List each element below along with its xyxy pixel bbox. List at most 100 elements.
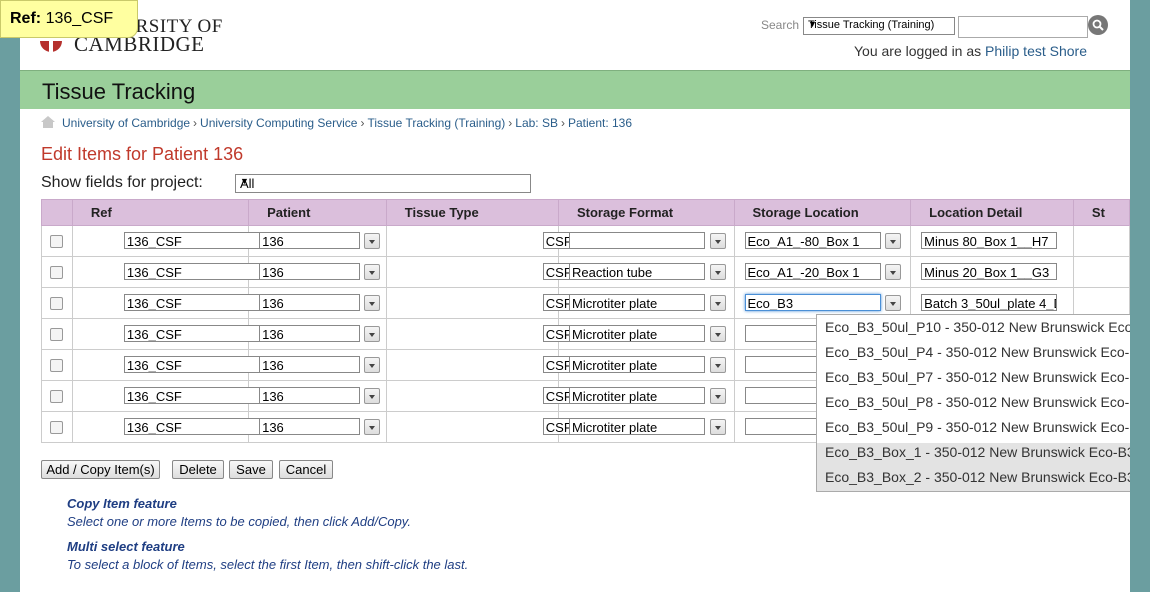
format-dropdown-button[interactable] [709, 233, 726, 249]
storage-location-input[interactable]: Eco_A1_-20_Box 1 [744, 263, 881, 280]
breadcrumb-item-tissue-tracking[interactable]: Tissue Tracking (Training) [367, 116, 505, 130]
storage-location-input[interactable]: Eco_B3 [744, 294, 881, 311]
header-storage-format[interactable]: Storage Format [557, 199, 735, 226]
table-cell: CSF [385, 411, 700, 443]
page: UNIVERSITY OF CAMBRIDGE Search Tissue Tr… [20, 0, 1130, 592]
location-dropdown-button[interactable] [884, 264, 901, 280]
delete-button[interactable]: Delete [172, 460, 224, 479]
patient-dropdown-button[interactable] [364, 264, 381, 280]
autocomplete-option[interactable]: Eco_B3_50ul_P10 - 350-012 New Brunswick … [825, 316, 1130, 338]
header-patient[interactable]: Patient [248, 199, 387, 226]
row-checkbox[interactable] [50, 389, 64, 403]
edit-heading: Edit Items for Patient 136 [41, 144, 244, 164]
table-row: 136_CSF 136 CSF Reaction tube Eco_A1_-20_Box… [41, 256, 1130, 288]
table-cell: 136 [248, 349, 387, 381]
storage-format-input[interactable]: Reaction tube [568, 263, 705, 280]
patient-dropdown-button[interactable] [364, 419, 381, 435]
header-tissue-type[interactable]: Tissue Type [385, 199, 559, 226]
patient-dropdown-button[interactable] [364, 388, 381, 404]
ref-tooltip: Ref: 136_CSF [0, 0, 138, 38]
header-st[interactable]: St [1072, 199, 1130, 226]
format-dropdown-button[interactable] [709, 419, 726, 435]
autocomplete-option[interactable]: Eco_B3_Box_1 - 350-012 New Brunswick Eco… [825, 441, 1130, 463]
copy-help-title: Copy Item feature [67, 496, 177, 511]
table-cell: Microtiter plate [557, 287, 735, 319]
format-dropdown-button[interactable] [709, 357, 726, 373]
format-dropdown-button[interactable] [709, 388, 726, 404]
row-checkbox[interactable] [50, 420, 64, 434]
autocomplete-option[interactable]: Eco_B3_50ul_P8 - 350-012 New Brunswick E… [825, 391, 1130, 413]
search-scope-select[interactable]: Tissue Tracking (Training) ▼ [803, 17, 955, 35]
location-detail-input[interactable]: Batch 3_50ul_plate 4_D [921, 294, 1058, 311]
breadcrumb-item-patient[interactable]: Patient: 136 [568, 116, 632, 130]
patient-input[interactable]: 136 [259, 263, 361, 280]
table-cell: 136 [248, 318, 387, 350]
row-checkbox[interactable] [50, 296, 64, 310]
table-cell: CSF [385, 349, 700, 381]
table-cell: CSF [385, 318, 700, 350]
add-copy-button[interactable]: Add / Copy Item(s) [41, 460, 160, 479]
save-button[interactable]: Save [229, 460, 273, 479]
patient-input[interactable]: 136 [259, 418, 361, 435]
autocomplete-option[interactable]: Eco_B3_Box_2 - 350-012 New Brunswick Eco… [825, 466, 1130, 488]
format-dropdown-button[interactable] [709, 264, 726, 280]
row-checkbox[interactable] [50, 265, 64, 279]
format-dropdown-button[interactable] [709, 295, 726, 311]
patient-input[interactable]: 136 [259, 325, 361, 342]
patient-dropdown-button[interactable] [364, 357, 381, 373]
search-input[interactable] [958, 16, 1088, 38]
header-storage-location[interactable]: Storage Location [733, 199, 912, 226]
format-dropdown-button[interactable] [709, 326, 726, 342]
location-dropdown-button[interactable] [884, 233, 901, 249]
header: UNIVERSITY OF CAMBRIDGE Search Tissue Tr… [20, 0, 1130, 70]
autocomplete-option[interactable]: Eco_B3_50ul_P9 - 350-012 New Brunswick E… [825, 416, 1130, 438]
table-cell [557, 225, 735, 257]
header-select [41, 199, 73, 226]
user-link[interactable]: Philip test Shore [985, 43, 1087, 59]
table-cell: Minus 20_Box 1__G3 [910, 256, 1074, 288]
storage-format-input[interactable]: Microtiter plate [568, 356, 705, 373]
storage-format-input[interactable]: Microtiter plate [568, 294, 705, 311]
table-row: 136_CSF 136 CSF Eco_A1_-80_Box 1 Minus 80_Bo… [41, 225, 1130, 257]
table-cell: Minus 80_Box 1__H7 [910, 225, 1074, 257]
home-icon[interactable] [40, 116, 56, 128]
location-detail-input[interactable]: Minus 80_Box 1__H7 [921, 232, 1058, 249]
location-detail-input[interactable]: Minus 20_Box 1__G3 [921, 263, 1058, 280]
row-checkbox[interactable] [50, 358, 64, 372]
cancel-button[interactable]: Cancel [279, 460, 333, 479]
table-cell [41, 225, 73, 257]
storage-format-input[interactable]: Microtiter plate [568, 418, 705, 435]
copy-help-text: Select one or more Items to be copied, t… [67, 514, 411, 529]
breadcrumb-item-ucs[interactable]: University Computing Service [200, 116, 357, 130]
storage-format-input[interactable]: Microtiter plate [568, 387, 705, 404]
patient-dropdown-button[interactable] [364, 326, 381, 342]
tooltip-label: Ref: [10, 10, 42, 27]
row-checkbox[interactable] [50, 327, 64, 341]
storage-format-input[interactable]: Microtiter plate [568, 325, 705, 342]
breadcrumb-item-lab[interactable]: Lab: SB [515, 116, 558, 130]
autocomplete-option[interactable]: Eco_B3_50ul_P7 - 350-012 New Brunswick E… [825, 366, 1130, 388]
table-header-row: Ref Patient Tissue Type Storage Format S… [41, 199, 1130, 226]
storage-format-input[interactable] [568, 232, 705, 249]
location-dropdown-button[interactable] [884, 295, 901, 311]
breadcrumb-item-university[interactable]: University of Cambridge [62, 116, 190, 130]
table-cell [41, 318, 73, 350]
patient-input[interactable]: 136 [259, 387, 361, 404]
table-cell [41, 256, 73, 288]
project-select[interactable]: All ▼ [235, 174, 531, 193]
patient-input[interactable]: 136 [259, 356, 361, 373]
header-ref[interactable]: Ref [71, 199, 250, 226]
patient-input[interactable]: 136 [259, 294, 361, 311]
patient-dropdown-button[interactable] [364, 295, 381, 311]
table-cell: 136_CSF [71, 256, 295, 288]
storage-location-input[interactable]: Eco_A1_-80_Box 1 [744, 232, 881, 249]
header-location-detail[interactable]: Location Detail [910, 199, 1074, 226]
search-button[interactable] [1088, 15, 1108, 35]
table-cell: ex [1072, 256, 1130, 288]
patient-dropdown-button[interactable] [364, 233, 381, 249]
patient-input[interactable]: 136 [259, 232, 361, 249]
table-cell: ex [1072, 225, 1130, 257]
table-cell: Microtiter plate [557, 411, 735, 443]
autocomplete-option[interactable]: Eco_B3_50ul_P4 - 350-012 New Brunswick E… [825, 341, 1130, 363]
row-checkbox[interactable] [50, 234, 64, 248]
